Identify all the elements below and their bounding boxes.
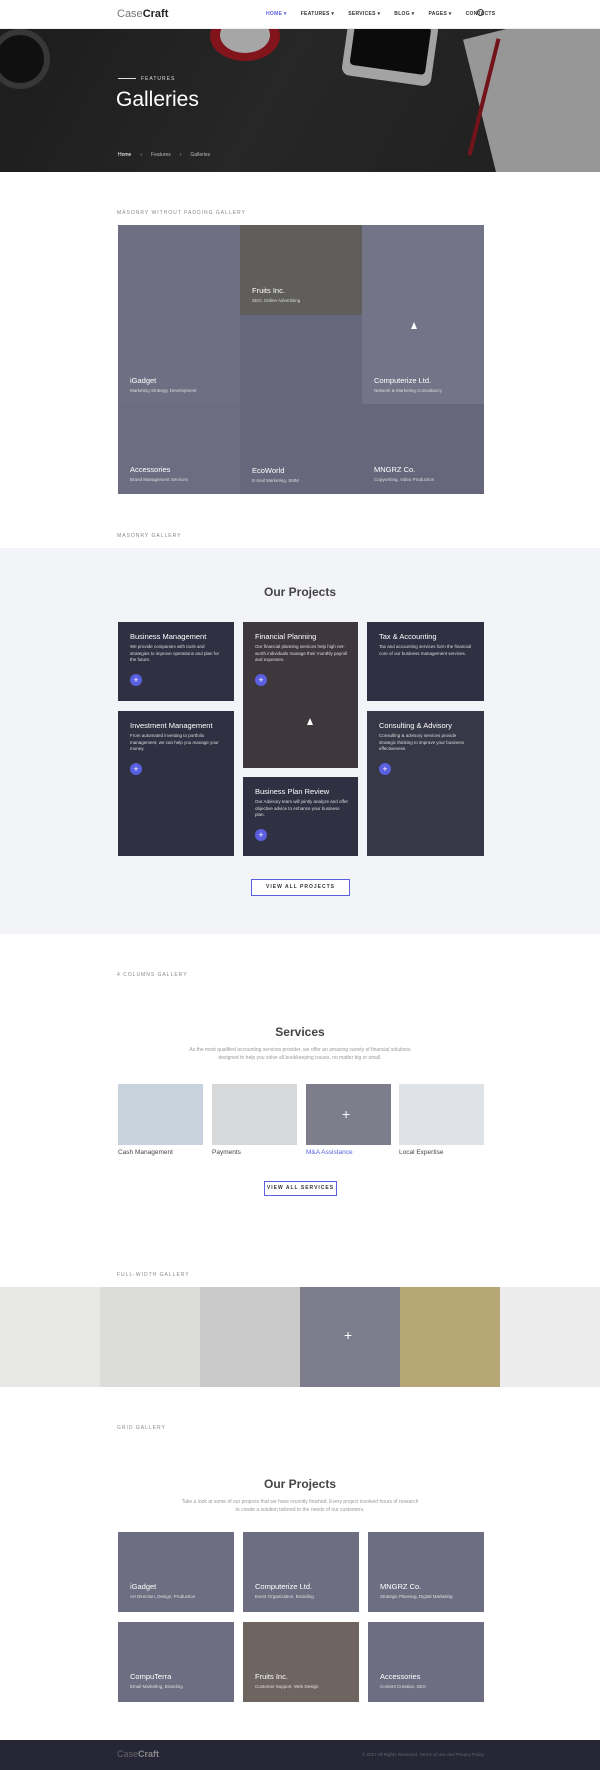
section-heading: Our Projects: [263, 585, 337, 599]
grid-item[interactable]: CompuTerra Email Marketing, Branding: [118, 1622, 234, 1702]
project-card[interactable]: Financial Planning Our financial plannin…: [243, 622, 358, 768]
view-all-services-button[interactable]: VIEW ALL SERVICES: [264, 1181, 337, 1196]
gallery-item[interactable]: [500, 1287, 600, 1387]
gallery-item[interactable]: EcoWorld E-mail Marketing, SMM: [240, 315, 362, 494]
section-label: FULL-WIDTH GALLERY: [117, 1272, 190, 1278]
service-image: [212, 1084, 297, 1145]
search-icon[interactable]: [477, 9, 484, 16]
breadcrumb-home[interactable]: Home: [118, 152, 131, 158]
nav-item-home[interactable]: HOME ▾: [266, 11, 287, 17]
mouse-cursor-icon: [411, 322, 417, 329]
service-item[interactable]: Cash Management: [118, 1084, 203, 1156]
breadcrumb-features[interactable]: Features: [151, 152, 171, 158]
plus-icon[interactable]: +: [255, 829, 267, 841]
section-description: Take a look at some of our projects that…: [181, 1499, 419, 1513]
section-heading: Services: [275, 1025, 325, 1039]
footer-logo[interactable]: CaseCraft: [117, 1749, 159, 1759]
breadcrumb-current: Galleries: [190, 152, 211, 158]
fullwidth-gallery: +: [0, 1287, 600, 1387]
nav-item-features[interactable]: FEATURES ▾: [301, 11, 334, 17]
logo[interactable]: CaseCraft: [117, 8, 168, 20]
gallery-item[interactable]: Computerize Ltd. Network & Marketing Con…: [362, 225, 484, 404]
grid-item[interactable]: Fruits Inc. Customer Support, Web Design: [243, 1622, 359, 1702]
nav-item-blog[interactable]: BLOG ▾: [394, 11, 414, 17]
grid-item[interactable]: MNGRZ Co. Strategic Planning, Digital Mar…: [368, 1532, 484, 1612]
project-card[interactable]: Investment Management From automated inv…: [118, 711, 234, 856]
footer: CaseCraft © 2017 All Rights Reserved. Te…: [0, 1740, 600, 1770]
page-hero: [0, 29, 600, 172]
gallery-item[interactable]: MNGRZ Co. Copywriting, Video Production: [362, 404, 484, 494]
hero-subtitle: FEATURES: [118, 76, 175, 82]
section-label: MASONRY GALLERY: [117, 533, 182, 539]
gallery-item[interactable]: [200, 1287, 300, 1387]
section-description: As the most qualified accounting service…: [189, 1047, 411, 1061]
section-label: GRID GALLERY: [117, 1425, 166, 1431]
view-all-projects-button[interactable]: VIEW ALL PROJECTS: [251, 879, 350, 896]
project-card[interactable]: Business Plan Review Our Advisory team w…: [243, 777, 358, 856]
section-label: MASONRY WITHOUT PADDING GALLERY: [117, 210, 246, 216]
breadcrumb: Home › Features › Galleries: [118, 152, 211, 158]
service-item[interactable]: + M&A Assistance: [306, 1084, 391, 1156]
section-heading: Our Projects: [263, 1477, 337, 1491]
grid-item[interactable]: Accessories Content Creation, SEO: [368, 1622, 484, 1702]
plus-icon[interactable]: +: [255, 674, 267, 686]
page-title: Galleries: [116, 88, 199, 111]
masonry-nopad-gallery: iGadget Marketing Strategy, Development …: [118, 225, 484, 494]
mouse-cursor-icon: [307, 718, 313, 725]
gallery-item[interactable]: [400, 1287, 500, 1387]
service-item[interactable]: Payments: [212, 1084, 297, 1156]
service-image: +: [306, 1084, 391, 1145]
plus-icon[interactable]: +: [130, 763, 142, 775]
project-card[interactable]: Consulting & Advisory Consulting & advis…: [367, 711, 484, 856]
top-navigation: CaseCraft HOME ▾ FEATURES ▾ SERVICES ▾ B…: [0, 0, 600, 29]
section-label: 4 COLUMNS GALLERY: [117, 972, 188, 978]
gallery-item[interactable]: [100, 1287, 200, 1387]
service-item[interactable]: Local Expertise: [399, 1084, 484, 1156]
grid-item[interactable]: iGadget Art Direction, Design, Production: [118, 1532, 234, 1612]
project-card[interactable]: Tax & Accounting Tax and accounting serv…: [367, 622, 484, 701]
plus-icon[interactable]: +: [130, 674, 142, 686]
plus-icon: +: [344, 1327, 353, 1343]
plus-icon[interactable]: +: [379, 763, 391, 775]
gallery-item[interactable]: +: [300, 1287, 400, 1387]
main-menu: HOME ▾ FEATURES ▾ SERVICES ▾ BLOG ▾ PAGE…: [266, 11, 495, 17]
project-card[interactable]: Business Management We provide companies…: [118, 622, 234, 701]
service-image: [118, 1084, 203, 1145]
nav-item-pages[interactable]: PAGES ▾: [428, 11, 451, 17]
gallery-item[interactable]: Fruits Inc. SEO, Online Advertising: [240, 225, 362, 315]
copyright-text: © 2017 All Rights Reserved. Terms of Use…: [361, 1752, 484, 1757]
service-image: [399, 1084, 484, 1145]
nav-item-services[interactable]: SERVICES ▾: [348, 11, 380, 17]
gallery-item[interactable]: Accessories Brand Management Services: [118, 404, 240, 494]
gallery-item[interactable]: iGadget Marketing Strategy, Development: [118, 225, 240, 404]
plus-icon: +: [342, 1106, 351, 1122]
gallery-item[interactable]: [0, 1287, 100, 1387]
grid-item[interactable]: Computerize Ltd. Event Organization, Bran…: [243, 1532, 359, 1612]
